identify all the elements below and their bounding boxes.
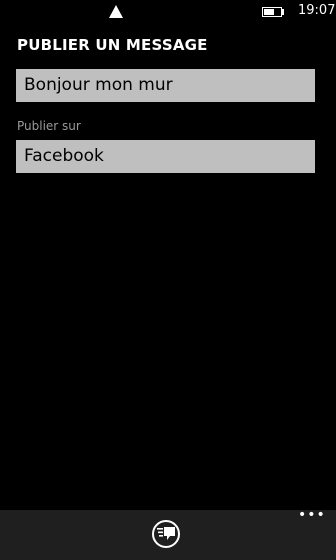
battery-tip [282,9,284,15]
signal-icon [109,5,123,18]
publish-target-picker[interactable]: Facebook [16,140,315,173]
more-options-button[interactable]: ••• [298,508,325,524]
app-bar: ••• [0,508,336,560]
status-bar: 19:07 [0,0,336,24]
page-title: PUBLIER UN MESSAGE [17,36,208,54]
send-message-icon [157,527,175,540]
send-message-button[interactable] [152,520,180,548]
battery-level [264,9,274,15]
message-input[interactable]: Bonjour mon mur [16,69,315,102]
screen: 19:07 PUBLIER UN MESSAGE Bonjour mon mur… [0,0,336,560]
publish-on-label: Publier sur [17,119,81,133]
battery-icon [262,7,282,17]
status-clock: 19:07 [298,3,336,18]
